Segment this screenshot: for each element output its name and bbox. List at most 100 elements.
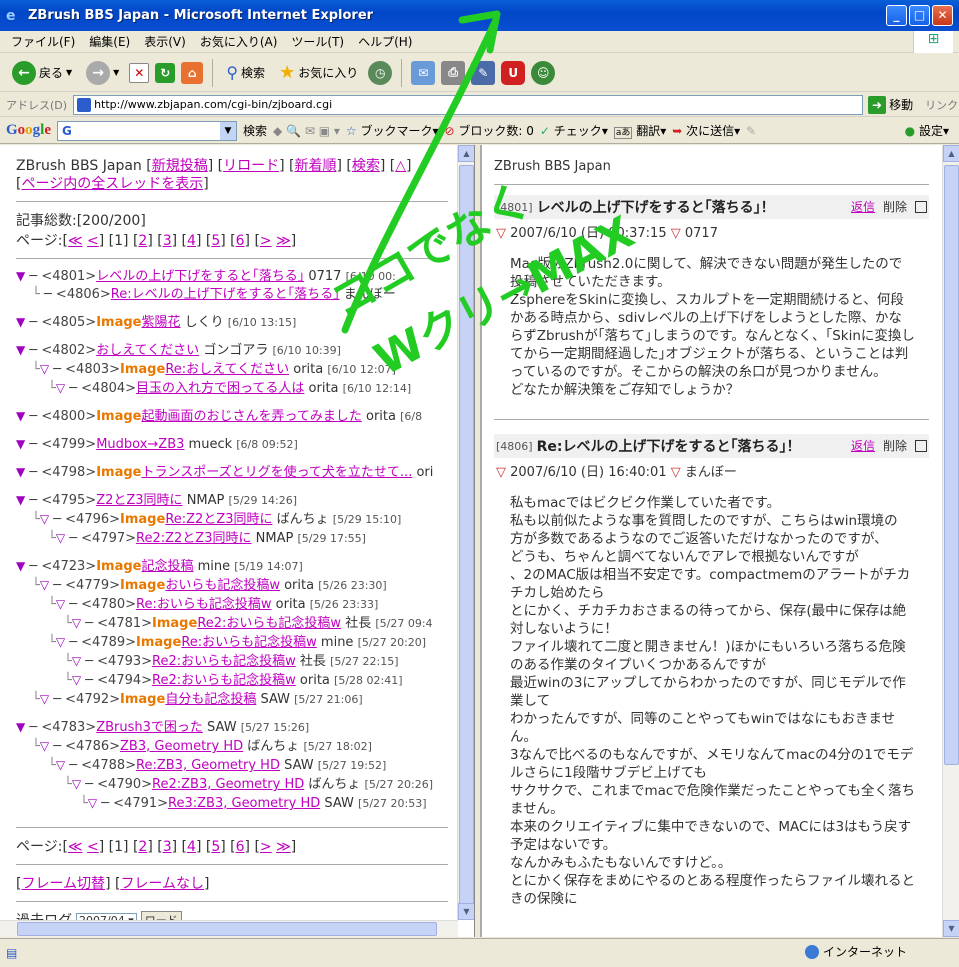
google-search-input[interactable]: G ▼ bbox=[57, 120, 238, 141]
forward-button[interactable]: → ▼ bbox=[82, 59, 123, 87]
pager-6[interactable]: 6 bbox=[236, 839, 245, 855]
menu-help[interactable]: ヘルプ(H) bbox=[351, 31, 419, 52]
favorites-button[interactable]: ★ お気に入り bbox=[275, 60, 362, 85]
history-icon[interactable]: ◷ bbox=[368, 60, 393, 85]
minimize-button[interactable]: _ bbox=[886, 5, 907, 26]
refresh-icon[interactable]: ↻ bbox=[155, 62, 176, 83]
send-to-button[interactable]: ➥ 次に送信▾ bbox=[672, 122, 740, 139]
settings-button[interactable]: ● 設定▾ bbox=[905, 122, 949, 139]
thread-title-link[interactable]: Re:おいらも記念投稿w bbox=[181, 635, 316, 650]
messenger-icon[interactable]: ☺ bbox=[531, 60, 556, 85]
u-icon[interactable]: U bbox=[501, 60, 526, 85]
thread-title-link[interactable]: Re2:Z2とZ3同時に bbox=[136, 531, 251, 546]
frame-switch-link[interactable]: フレーム切替 bbox=[21, 876, 105, 892]
thread-title-link[interactable]: Re:レベルの上げ下げをすると｢落ちる｣ bbox=[111, 287, 340, 302]
thread-title-link[interactable]: ZB3, Geometry HD bbox=[120, 739, 243, 754]
pager-last[interactable]: ≫ bbox=[276, 839, 291, 855]
google-tools-icons[interactable]: ◆ 🔍 ✉ ▣ ▾ bbox=[273, 124, 340, 138]
thread-title-link[interactable]: 起動画面のおじさんを弄ってみました bbox=[141, 409, 361, 424]
new-post-link[interactable]: 新規投稿 bbox=[152, 158, 208, 174]
thread-title-link[interactable]: Re3:ZB3, Geometry HD bbox=[168, 796, 320, 811]
newest-link[interactable]: 新着順 bbox=[294, 158, 336, 174]
delete-checkbox[interactable] bbox=[915, 439, 927, 452]
thread-title-link[interactable]: Re:Z2とZ3同時に bbox=[165, 512, 272, 527]
pager-first[interactable]: ≪ bbox=[68, 839, 83, 855]
popup-block-button[interactable]: ⊘ ブロック数: 0 bbox=[445, 122, 534, 139]
no-frame-link[interactable]: フレームなし bbox=[120, 876, 204, 892]
search-button[interactable]: ⚲ 検索 bbox=[222, 61, 269, 84]
pager-4[interactable]: 4 bbox=[187, 839, 196, 855]
thread-title-link[interactable]: Re:おしえてください bbox=[165, 362, 289, 377]
pager-3[interactable]: 3 bbox=[163, 839, 172, 855]
thread-title-link[interactable]: Re2:おいらも記念投稿w bbox=[152, 673, 296, 688]
maximize-button[interactable]: □ bbox=[909, 5, 930, 26]
thread-title-link[interactable]: トランスポーズとリグを使って犬を立たせて... bbox=[141, 465, 412, 480]
thread-title-link[interactable]: 自分も記念投稿 bbox=[165, 692, 256, 707]
thread-title-link[interactable]: Re2:ZB3, Geometry HD bbox=[152, 777, 304, 792]
home-icon[interactable]: ⌂ bbox=[181, 61, 204, 84]
show-all-threads-link[interactable]: ページ内の全スレッドを表示 bbox=[21, 176, 203, 192]
thread-title-link[interactable]: Re2:おいらも記念投稿w bbox=[152, 654, 296, 669]
scroll-thumb[interactable] bbox=[459, 165, 474, 905]
pager-4[interactable]: 4 bbox=[187, 233, 196, 249]
pager-5[interactable]: 5 bbox=[211, 233, 220, 249]
pager-5[interactable]: 5 bbox=[211, 839, 220, 855]
thread-title-link[interactable]: Re:おいらも記念投稿w bbox=[136, 597, 271, 612]
pager-prev[interactable]: < bbox=[87, 839, 99, 855]
search-link[interactable]: 検索 bbox=[352, 158, 380, 174]
reply-link[interactable]: 返信 bbox=[851, 198, 875, 215]
thread-title-link[interactable]: Re:ZB3, Geometry HD bbox=[136, 758, 280, 773]
thread-title-link[interactable]: ZBrush3で困った bbox=[96, 720, 203, 735]
bookmarks-button[interactable]: ☆ ブックマーク▾ bbox=[346, 122, 439, 139]
google-search-dropdown[interactable]: ▼ bbox=[220, 121, 237, 140]
top-link[interactable]: △ bbox=[395, 158, 406, 174]
thread-title-link[interactable]: Re2:おいらも記念投稿w bbox=[197, 616, 341, 631]
pager-3[interactable]: 3 bbox=[163, 233, 172, 249]
thread-title-link[interactable]: おしえてください bbox=[96, 343, 199, 358]
translate-button[interactable]: aあ 翻訳▾ bbox=[613, 122, 666, 139]
pager-next[interactable]: > bbox=[260, 839, 272, 855]
scroll-down-arrow[interactable]: ▼ bbox=[458, 903, 474, 920]
scroll-up-arrow[interactable]: ▲ bbox=[943, 145, 959, 162]
title-bar[interactable]: e ZBrush BBS Japan - Microsoft Internet … bbox=[0, 0, 959, 31]
pager-next[interactable]: > bbox=[260, 233, 272, 249]
pager-2[interactable]: 2 bbox=[138, 233, 147, 249]
menu-file[interactable]: ファイル(F) bbox=[4, 31, 82, 52]
spellcheck-button[interactable]: ✓ チェック▾ bbox=[540, 122, 608, 139]
pager-first[interactable]: ≪ bbox=[68, 233, 83, 249]
google-search-button[interactable]: 検索 bbox=[243, 122, 267, 139]
thread-title-link[interactable]: おいらも記念投稿w bbox=[165, 578, 280, 593]
left-horizontal-scrollbar[interactable] bbox=[0, 920, 458, 937]
edit-icon[interactable]: ✎ bbox=[471, 60, 496, 85]
delete-checkbox[interactable] bbox=[915, 200, 927, 213]
right-vertical-scrollbar[interactable]: ▲ ▼ bbox=[942, 145, 959, 937]
links-label[interactable]: リンク bbox=[925, 97, 958, 113]
scroll-up-arrow[interactable]: ▲ bbox=[458, 145, 474, 162]
stop-icon[interactable]: ✕ bbox=[129, 62, 150, 83]
print-icon[interactable]: ⎙ bbox=[441, 60, 466, 85]
pager-2[interactable]: 2 bbox=[138, 839, 147, 855]
scroll-thumb[interactable] bbox=[944, 165, 959, 765]
scroll-down-arrow[interactable]: ▼ bbox=[943, 920, 959, 937]
thread-title-link[interactable]: 記念投稿 bbox=[141, 559, 193, 574]
reply-link[interactable]: 返信 bbox=[851, 437, 875, 454]
thread-title-link[interactable]: Mudbox→ZB3 bbox=[96, 437, 184, 452]
pencil-icon[interactable]: ✎ bbox=[746, 124, 756, 138]
thread-title-link[interactable]: Z2とZ3同時に bbox=[96, 493, 182, 508]
pager-last[interactable]: ≫ bbox=[276, 233, 291, 249]
thread-title-link[interactable]: 目玉の入れ方で困ってる人は bbox=[136, 381, 304, 396]
reload-link[interactable]: リロード bbox=[223, 158, 279, 174]
back-button[interactable]: ← 戻る ▼ bbox=[8, 59, 76, 87]
go-button[interactable]: ➜ 移動 bbox=[868, 95, 913, 114]
pager-prev[interactable]: < bbox=[87, 233, 99, 249]
menu-view[interactable]: 表示(V) bbox=[137, 31, 193, 52]
mail-icon[interactable]: ✉ bbox=[411, 60, 436, 85]
close-button[interactable]: ✕ bbox=[932, 5, 953, 26]
h-scroll-thumb[interactable] bbox=[17, 922, 437, 936]
thread-title-link[interactable]: レベルの上げ下げをすると｢落ちる｣ bbox=[96, 269, 304, 284]
pager-6[interactable]: 6 bbox=[236, 233, 245, 249]
left-vertical-scrollbar[interactable]: ▲ ▼ bbox=[457, 145, 474, 920]
thread-title-link[interactable]: 紫陽花 bbox=[141, 315, 180, 330]
menu-edit[interactable]: 編集(E) bbox=[82, 31, 137, 52]
menu-favorites[interactable]: お気に入り(A) bbox=[193, 31, 285, 52]
